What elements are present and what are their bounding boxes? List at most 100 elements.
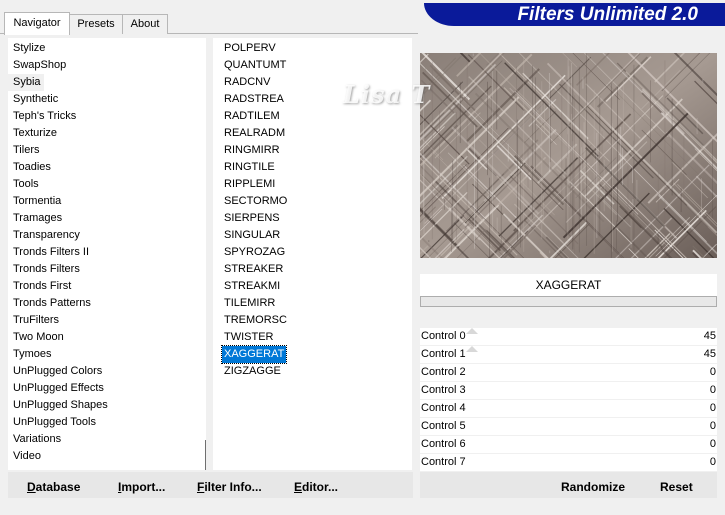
- filter-item[interactable]: POLPERV: [222, 40, 412, 57]
- filter-item-label: STREAKMI: [224, 280, 281, 292]
- category-item[interactable]: Stylize: [8, 40, 206, 57]
- category-item[interactable]: Tilers: [8, 142, 206, 159]
- filter-item[interactable]: RINGTILE: [222, 159, 412, 176]
- category-item[interactable]: Tronds Filters: [8, 261, 206, 278]
- category-scrollbar-thumb[interactable]: [205, 440, 206, 470]
- category-item[interactable]: Toadies: [8, 159, 206, 176]
- filter-item[interactable]: RIPPLEMI: [222, 176, 412, 193]
- watermark-signature: Lisa T: [343, 80, 431, 109]
- filter-item[interactable]: ZIGZAGGE: [222, 363, 412, 380]
- database-button[interactable]: Database: [27, 478, 80, 496]
- filter-item-label: RINGTILE: [224, 161, 275, 173]
- filter-item[interactable]: XAGGERAT: [220, 345, 412, 364]
- category-item[interactable]: Video: [8, 448, 206, 465]
- category-item[interactable]: SwapShop: [8, 57, 206, 74]
- category-item[interactable]: Transparency: [8, 227, 206, 244]
- filter-item[interactable]: TWISTER: [222, 329, 412, 346]
- tab-navigator[interactable]: Navigator: [4, 12, 70, 35]
- control-row[interactable]: Control 6 0: [420, 436, 717, 454]
- filter-preview-image: [420, 53, 717, 258]
- filter-info-button[interactable]: Filter Info...: [197, 478, 262, 496]
- randomize-button[interactable]: Randomize: [561, 478, 625, 496]
- control-value: 0: [709, 402, 716, 414]
- tab-about[interactable]: About: [122, 14, 168, 34]
- filter-item[interactable]: RINGMIRR: [222, 142, 412, 159]
- filter-item[interactable]: SPYROZAG: [222, 244, 412, 261]
- control-row[interactable]: Control 4 0: [420, 400, 717, 418]
- filter-item-label: TWISTER: [224, 331, 274, 343]
- controls-panel: Control 0 45 Control 1 45 Control 2 0 Control …: [420, 328, 717, 472]
- control-row[interactable]: Control 2 0: [420, 364, 717, 382]
- filter-item[interactable]: STREAKMI: [222, 278, 412, 295]
- app-title-banner: Filters Unlimited 2.0: [424, 3, 725, 26]
- control-label: Control 3: [421, 384, 466, 396]
- filter-item-label: POLPERV: [224, 42, 276, 54]
- filter-item[interactable]: TREMORSC: [222, 312, 412, 329]
- filter-item-label: RIPPLEMI: [224, 178, 276, 190]
- category-item[interactable]: Tronds First: [8, 278, 206, 295]
- control-value: 0: [709, 420, 716, 432]
- filter-item[interactable]: SINGULAR: [222, 227, 412, 244]
- category-item[interactable]: Tramages: [8, 210, 206, 227]
- slider-knob-icon[interactable]: [466, 346, 478, 352]
- filter-item[interactable]: SIERPENS: [222, 210, 412, 227]
- progress-bar: [420, 296, 717, 307]
- filter-item-label: TREMORSC: [224, 314, 287, 326]
- editor-button[interactable]: Editor...: [294, 478, 338, 496]
- category-item[interactable]: Synthetic: [8, 91, 206, 108]
- slider-knob-icon[interactable]: [466, 328, 478, 334]
- control-row[interactable]: Control 7 0: [420, 454, 717, 472]
- category-item[interactable]: Tymoes: [8, 346, 206, 363]
- category-item[interactable]: UnPlugged Shapes: [8, 397, 206, 414]
- control-value: 0: [709, 366, 716, 378]
- filter-item-label: RINGMIRR: [224, 144, 280, 156]
- filter-item-label: SECTORMO: [224, 195, 288, 207]
- category-item[interactable]: Tools: [8, 176, 206, 193]
- category-item[interactable]: Variations: [8, 431, 206, 448]
- import-button[interactable]: Import...: [118, 478, 165, 496]
- filter-item-label: SIERPENS: [224, 212, 280, 224]
- filter-item-label: SPYROZAG: [224, 246, 286, 258]
- category-item[interactable]: Sybia: [8, 74, 44, 91]
- filter-item-label: RADTILEM: [224, 110, 280, 122]
- category-list[interactable]: Stylize SwapShop Sybia Synthetic Teph's Tric…: [8, 38, 206, 465]
- tab-presets[interactable]: Presets: [69, 14, 123, 34]
- filter-item[interactable]: RADTILEM: [222, 108, 412, 125]
- control-row[interactable]: Control 5 0: [420, 418, 717, 436]
- filter-item-label: ZIGZAGGE: [224, 365, 281, 377]
- control-row[interactable]: Control 0 45: [420, 328, 717, 346]
- category-list-panel[interactable]: Stylize SwapShop Sybia Synthetic Teph's Tric…: [8, 38, 206, 470]
- filter-item-label: REALRADM: [224, 127, 286, 139]
- category-item[interactable]: Texturize: [8, 125, 206, 142]
- filter-item[interactable]: SECTORMO: [222, 193, 412, 210]
- control-label: Control 5: [421, 420, 466, 432]
- control-row[interactable]: Control 3 0: [420, 382, 717, 400]
- filter-item-label: RADSTREA: [224, 93, 284, 105]
- category-item[interactable]: Two Moon: [8, 329, 206, 346]
- category-item[interactable]: UnPlugged Colors: [8, 363, 206, 380]
- filter-item[interactable]: QUANTUMT: [222, 57, 412, 74]
- control-label: Control 2: [421, 366, 466, 378]
- control-label: Control 1: [421, 348, 466, 360]
- category-item[interactable]: TruFilters: [8, 312, 206, 329]
- category-item[interactable]: UnPlugged Tools: [8, 414, 206, 431]
- category-item[interactable]: Tormentia: [8, 193, 206, 210]
- category-item[interactable]: UnPlugged Effects: [8, 380, 206, 397]
- control-value: 45: [703, 330, 716, 342]
- selected-filter-name: XAGGERAT: [420, 274, 717, 296]
- filter-item-label: QUANTUMT: [224, 59, 287, 71]
- control-value: 0: [709, 456, 716, 468]
- filter-item[interactable]: REALRADM: [222, 125, 412, 142]
- filter-item[interactable]: TILEMIRR: [222, 295, 412, 312]
- filter-item[interactable]: STREAKER: [222, 261, 412, 278]
- control-label: Control 0: [421, 330, 466, 342]
- reset-button[interactable]: Reset: [660, 478, 693, 496]
- category-item[interactable]: Tronds Filters II: [8, 244, 206, 261]
- control-value: 0: [709, 438, 716, 450]
- filter-item-label: XAGGERAT: [220, 345, 288, 364]
- category-item[interactable]: Teph's Tricks: [8, 108, 206, 125]
- filter-item-label: STREAKER: [224, 263, 284, 275]
- control-label: Control 4: [421, 402, 466, 414]
- category-item[interactable]: Tronds Patterns: [8, 295, 206, 312]
- control-row[interactable]: Control 1 45: [420, 346, 717, 364]
